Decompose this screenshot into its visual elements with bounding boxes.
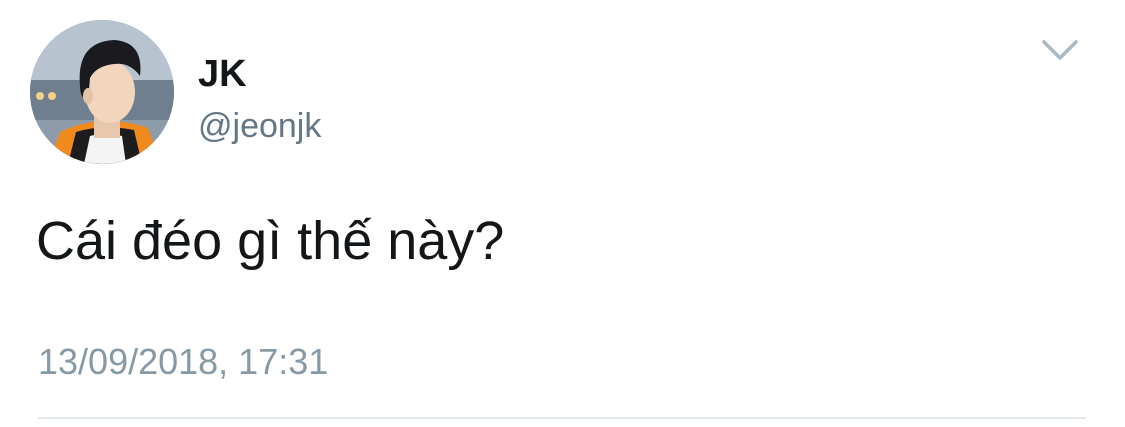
display-name[interactable]: JK [198, 52, 247, 96]
user-handle[interactable]: @jeonjk [198, 106, 321, 146]
tweet-text: Cái đéo gì thế này? [36, 211, 505, 271]
avatar-image [30, 20, 174, 164]
avatar[interactable] [30, 20, 174, 164]
chevron-down-icon[interactable] [1040, 36, 1080, 64]
divider [38, 417, 1086, 419]
tweet-card: JK @jeonjk Cái đéo gì thế này? 13/09/201… [0, 0, 1125, 427]
tweet-timestamp[interactable]: 13/09/2018, 17:31 [38, 340, 328, 384]
